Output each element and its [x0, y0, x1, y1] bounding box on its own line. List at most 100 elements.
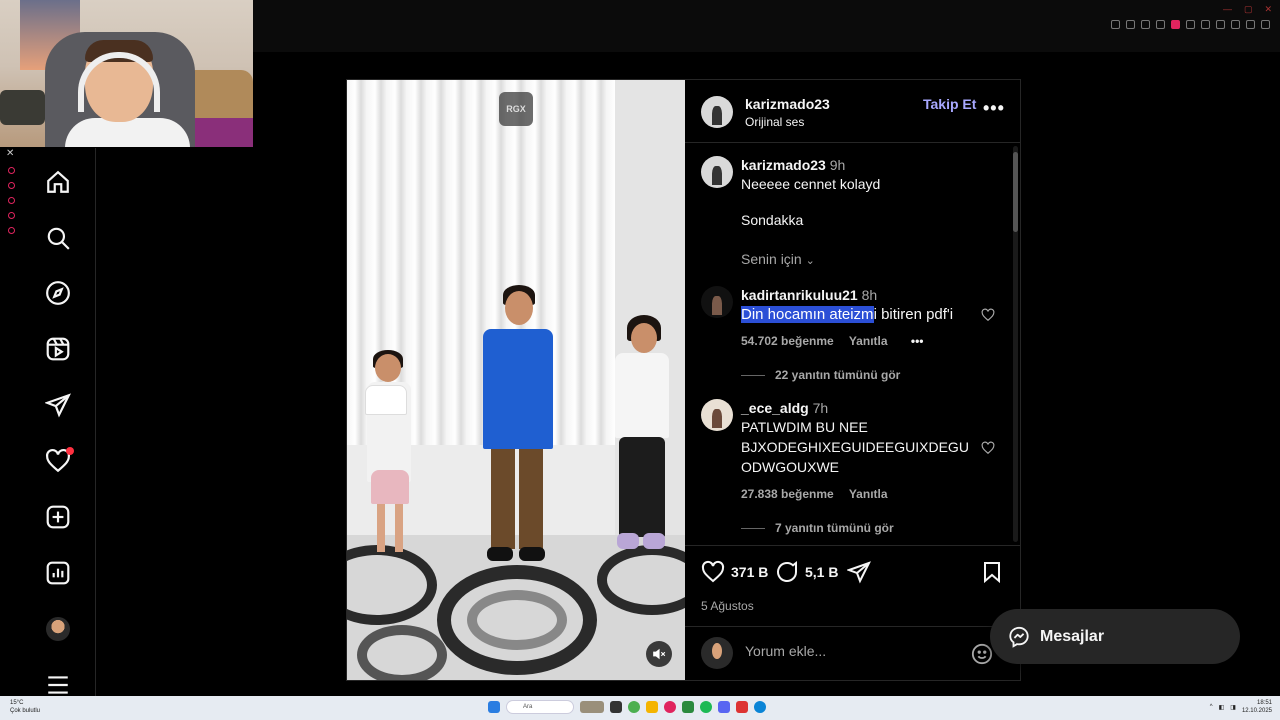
folder-icon[interactable]: [646, 701, 658, 713]
volume-muted-icon: [653, 648, 666, 660]
like-count: 371 B: [731, 564, 769, 580]
comment-meta: 27.838 beğenme Yanıtla: [741, 487, 900, 501]
comment-avatar[interactable]: [701, 399, 733, 431]
favorite-icon[interactable]: [1201, 20, 1210, 29]
nav-reels[interactable]: [44, 335, 72, 363]
nav-search[interactable]: [44, 224, 72, 252]
heart-icon: [701, 560, 725, 583]
pin-icon[interactable]: [1126, 20, 1135, 29]
author-avatar[interactable]: [701, 96, 733, 128]
volume-icon[interactable]: ◨: [1230, 704, 1236, 711]
screenshot-icon[interactable]: [1156, 20, 1165, 29]
rail-dot-icon[interactable]: [8, 182, 15, 189]
tray-chevron-icon[interactable]: ^: [1210, 704, 1213, 710]
window-controls[interactable]: — ▢ ✕: [1223, 4, 1272, 15]
dashboard-icon: [46, 561, 70, 585]
taskview-icon[interactable]: [610, 701, 622, 713]
discord-icon[interactable]: [718, 701, 730, 713]
notification-dot: [66, 447, 74, 455]
audio-label[interactable]: Orijinal ses: [745, 115, 804, 129]
comment-text: Din hocamın ateizmi bitiren pdf'i: [741, 306, 954, 323]
bookmark-icon: [984, 562, 1000, 584]
rail-dot-icon[interactable]: [8, 197, 15, 204]
reply-button[interactable]: Yanıtla: [849, 487, 888, 501]
comment-button[interactable]: 5,1 B: [775, 560, 838, 584]
for-you-dropdown[interactable]: Senin için ⌄: [741, 251, 815, 267]
taskbar-apps: Ara: [488, 700, 766, 714]
post-side-panel: karizmado23 Orijinal ses Takip Et ••• ka…: [685, 80, 1020, 680]
selected-text: Din hocamın ateizm: [741, 306, 874, 323]
scrollbar[interactable]: [1013, 146, 1018, 542]
like-button[interactable]: 371 B: [701, 560, 768, 584]
comment-likes[interactable]: 54.702 beğenme: [741, 334, 834, 348]
more-options-button[interactable]: •••: [983, 98, 1005, 119]
caption-header: karizmado23 9h: [741, 157, 845, 173]
menu-icon: [48, 676, 68, 694]
nav-profile[interactable]: [44, 615, 72, 643]
nav-home[interactable]: [44, 168, 72, 196]
taskbar-search[interactable]: Ara: [506, 700, 574, 714]
messages-button[interactable]: Mesajlar: [990, 609, 1240, 664]
reply-button[interactable]: Yanıtla: [849, 334, 888, 348]
comment-text-line-3: ODWGOUXWE: [741, 459, 839, 475]
comment-username[interactable]: _ece_aldg: [741, 400, 809, 416]
comment-avatar[interactable]: [701, 286, 733, 318]
nav-messages[interactable]: [44, 391, 72, 419]
mute-button[interactable]: [646, 641, 672, 667]
comments-list[interactable]: karizmado23 9h Neeeee cennet kolayd Sond…: [685, 144, 1020, 546]
comment-likes[interactable]: 27.838 beğenme: [741, 487, 834, 501]
chrome-icon[interactable]: [628, 701, 640, 713]
spotify-icon[interactable]: [700, 701, 712, 713]
post-video[interactable]: RGX: [347, 80, 685, 680]
rail-dot-icon[interactable]: [8, 212, 15, 219]
obs-icon[interactable]: [736, 701, 748, 713]
nav-explore[interactable]: [44, 279, 72, 307]
nav-create[interactable]: [44, 503, 72, 531]
zoom-icon[interactable]: [1111, 20, 1120, 29]
menu-dots-icon[interactable]: [1261, 20, 1270, 29]
nav-dashboard[interactable]: [44, 559, 72, 587]
rail-dot-icon[interactable]: [8, 167, 15, 174]
emoji-icon[interactable]: [971, 643, 993, 665]
comment-input[interactable]: [745, 643, 965, 659]
record-icon[interactable]: [1171, 20, 1180, 29]
comment-header: _ece_aldg 7h: [741, 400, 828, 416]
app-icon[interactable]: [682, 701, 694, 713]
comment-like-icon[interactable]: [981, 441, 995, 455]
view-replies-link[interactable]: 22 yanıtın tümünü gör: [741, 368, 900, 382]
follow-button[interactable]: Takip Et: [923, 96, 976, 112]
save-button[interactable]: [980, 560, 1004, 584]
nav-notifications[interactable]: [44, 447, 74, 475]
rail-dot-icon[interactable]: [8, 227, 15, 234]
webcam-overlay: [0, 0, 253, 147]
caption-username[interactable]: karizmado23: [741, 157, 826, 173]
screen: — ▢ ✕ ✕ RGX karizmado23 Orijinal ses Tak…: [0, 0, 1280, 720]
network-icon[interactable]: ◧: [1219, 704, 1225, 711]
post-date: 5 Ağustos: [701, 599, 754, 613]
edge-icon[interactable]: [754, 701, 766, 713]
weather-widget[interactable]: 15°C Çok bulutlu: [10, 699, 40, 715]
my-avatar: [701, 637, 733, 669]
view-replies-link[interactable]: 7 yanıtın tümünü gör: [741, 521, 894, 535]
author-username[interactable]: karizmado23: [745, 96, 830, 112]
settings-icon[interactable]: [1246, 20, 1255, 29]
clock[interactable]: 18:51 12.10.2025: [1242, 699, 1272, 715]
messages-label: Mesajlar: [1040, 627, 1105, 645]
share-button[interactable]: [847, 560, 871, 584]
comment-icon: [777, 560, 797, 582]
bookmark-icon[interactable]: [1141, 20, 1150, 29]
widget-icon[interactable]: [580, 701, 604, 713]
extensions-icon[interactable]: [1231, 20, 1240, 29]
close-icon[interactable]: ✕: [6, 148, 20, 159]
comment-options-icon[interactable]: •••: [911, 334, 924, 348]
chat-icon[interactable]: [1216, 20, 1225, 29]
nav-more[interactable]: [44, 671, 72, 699]
caption-line-1: Neeeee cennet kolayd: [741, 176, 881, 192]
start-icon[interactable]: [488, 701, 500, 713]
comment-like-icon[interactable]: [981, 308, 995, 322]
caption-avatar[interactable]: [701, 156, 733, 188]
play-icon[interactable]: [1186, 20, 1195, 29]
comment-count: 5,1 B: [805, 564, 839, 580]
opera-icon[interactable]: [664, 701, 676, 713]
comment-username[interactable]: kadirtanrikuluu21: [741, 287, 858, 303]
